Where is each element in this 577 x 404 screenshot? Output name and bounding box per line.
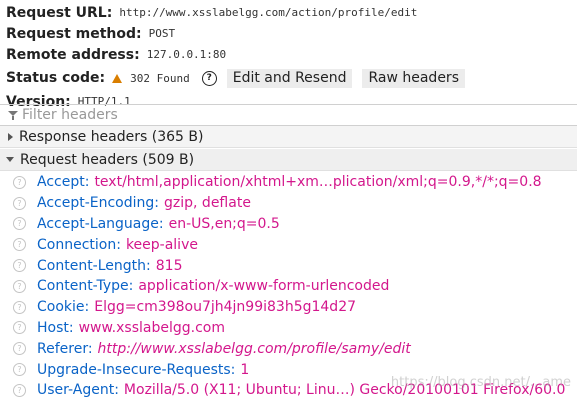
header-value[interactable]: gzip, deflate [164, 195, 251, 211]
collapse-arrow-icon[interactable] [6, 157, 14, 162]
help-icon[interactable]: ? [13, 259, 26, 273]
header-name: Accept-Language: [37, 215, 164, 232]
header-name: Cookie: [37, 299, 90, 316]
header-row[interactable]: ? Content-Type: application/x-www-form-url… [0, 276, 577, 297]
request-url-label: Request URL: [6, 4, 113, 21]
status-code-label: Status code: [6, 70, 106, 86]
request-headers-list: ? Accept: text/html,application/xhtml+xm…p… [0, 172, 577, 401]
header-name: Host: [37, 319, 74, 336]
help-icon[interactable]: ? [13, 175, 26, 189]
help-icon[interactable]: ? [13, 279, 26, 293]
header-value[interactable]: 815 [156, 258, 183, 274]
header-value[interactable]: keep-alive [126, 237, 198, 253]
header-value[interactable]: Elgg=cm398ou7jh4jn99i83h5g14d27 [94, 299, 356, 315]
header-row[interactable]: ? Accept: text/html,application/xhtml+xm…p… [0, 172, 577, 193]
header-value[interactable]: http://www.xsslabelgg.com/profile/samy/e… [98, 341, 411, 357]
help-icon[interactable]: ? [13, 321, 26, 335]
status-code-value: 302 Found [130, 71, 190, 85]
help-icon[interactable]: ? [13, 196, 26, 210]
header-row[interactable]: ? Accept-Encoding: gzip, deflate [0, 193, 577, 214]
request-method-value: POST [148, 27, 176, 40]
request-url-row: Request URL: http://www.xsslabelgg.com/a… [6, 2, 577, 23]
response-headers-label: Response headers (365 B) [19, 128, 204, 145]
header-name: Referer: [37, 340, 93, 357]
raw-headers-button[interactable]: Raw headers [362, 68, 465, 88]
header-name: Connection: [37, 236, 121, 253]
header-value[interactable]: www.xsslabelgg.com [79, 320, 225, 336]
remote-address-value: 127.0.0.1:80 [146, 48, 227, 61]
help-icon[interactable]: ? [201, 70, 217, 86]
request-headers-label: Request headers (509 B) [20, 151, 195, 168]
header-name: Accept: [37, 174, 90, 191]
help-icon[interactable]: ? [13, 300, 26, 314]
header-name: Content-Length: [37, 257, 151, 274]
request-url-value: http://www.xsslabelgg.com/action/profile… [119, 6, 418, 19]
header-value[interactable]: application/x-www-form-urlencoded [138, 278, 389, 294]
header-row[interactable]: ? Connection: keep-alive [0, 234, 577, 255]
header-value[interactable]: 1 [240, 362, 249, 378]
help-icon[interactable]: ? [13, 342, 26, 356]
header-row[interactable]: ? Referer: http://www.xsslabelgg.com/profi… [0, 338, 577, 359]
header-name: Accept-Encoding: [37, 195, 160, 212]
help-icon[interactable]: ? [13, 238, 26, 252]
response-headers-section[interactable]: Response headers (365 B) [0, 126, 577, 148]
help-icon[interactable]: ? [13, 363, 26, 377]
warning-triangle-icon [112, 73, 123, 83]
header-name: Content-Type: [37, 278, 134, 295]
request-method-label: Request method: [6, 25, 142, 42]
request-headers-section[interactable]: Request headers (509 B) [0, 149, 577, 171]
request-method-row: Request method: POST [6, 23, 577, 44]
watermark: https://blog.csdn.net/...ame [390, 375, 571, 390]
header-row[interactable]: ? Cookie: Elgg=cm398ou7jh4jn99i83h5g14d27 [0, 297, 577, 318]
remote-address-label: Remote address: [6, 46, 140, 63]
header-name: User-Agent: [37, 382, 119, 399]
status-code-row: Status code: 302 Found ? Edit and Resend… [6, 65, 577, 91]
edit-and-resend-button[interactable]: Edit and Resend [226, 68, 353, 88]
remote-address-row: Remote address: 127.0.0.1:80 [6, 44, 577, 65]
help-icon[interactable]: ? [13, 217, 26, 231]
filter-icon [8, 110, 18, 120]
expand-arrow-icon[interactable] [8, 132, 13, 141]
header-value[interactable]: en-US,en;q=0.5 [169, 216, 280, 232]
request-summary: Request URL: http://www.xsslabelgg.com/a… [0, 0, 577, 112]
header-row[interactable]: ? Host: www.xsslabelgg.com [0, 318, 577, 339]
header-row[interactable]: ? Accept-Language: en-US,en;q=0.5 [0, 214, 577, 235]
header-value[interactable]: text/html,application/xhtml+xm…plication… [94, 174, 541, 190]
header-row[interactable]: ? Content-Length: 815 [0, 255, 577, 276]
filter-bar [0, 104, 577, 126]
help-icon[interactable]: ? [13, 383, 26, 397]
header-name: Upgrade-Insecure-Requests: [37, 361, 236, 378]
filter-headers-input[interactable] [22, 107, 322, 123]
